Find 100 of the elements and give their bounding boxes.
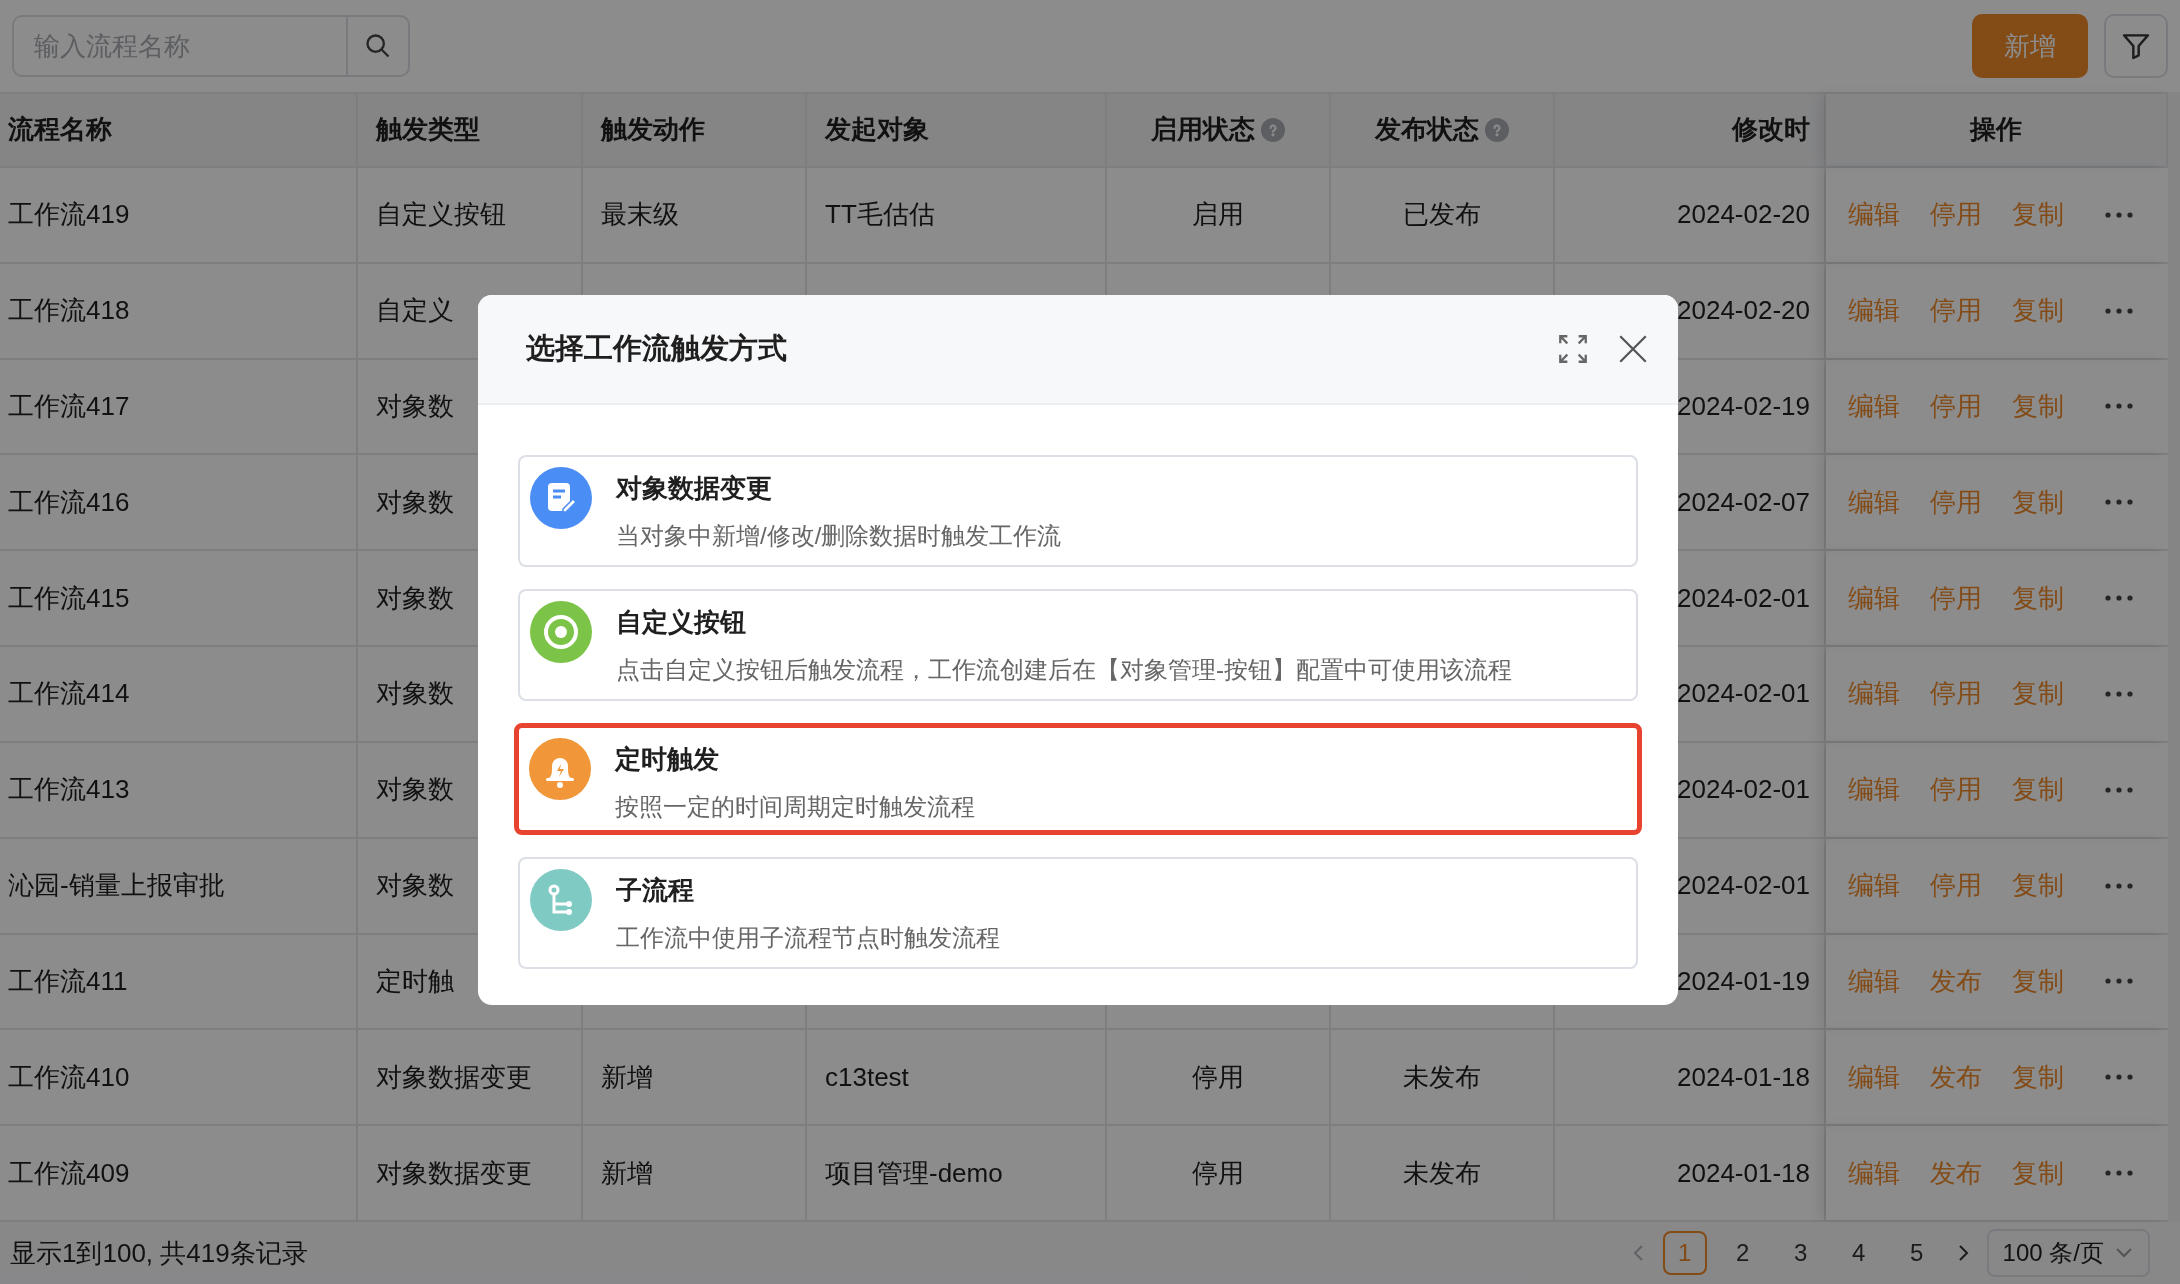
option-description: 点击自定义按钮后触发流程，工作流创建后在【对象管理-按钮】配置中可使用该流程 bbox=[616, 655, 1512, 685]
flow-name: 工作流415 bbox=[8, 581, 130, 615]
flow-name: 工作流413 bbox=[8, 773, 130, 807]
more-icon[interactable] bbox=[2104, 881, 2134, 890]
more-icon[interactable] bbox=[2104, 977, 2134, 986]
option-title: 子流程 bbox=[616, 874, 695, 907]
flow-name: 工作流417 bbox=[8, 389, 130, 423]
status-link[interactable]: 停用 bbox=[1930, 770, 1982, 810]
trigger-type: 对象数 bbox=[376, 869, 454, 903]
edit-link[interactable]: 编辑 bbox=[1848, 866, 1900, 906]
flow-name: 工作流418 bbox=[8, 294, 130, 328]
more-icon[interactable] bbox=[2104, 306, 2134, 315]
dialog-title: 选择工作流触发方式 bbox=[526, 331, 787, 367]
modified-time: 2024-02-01 bbox=[1677, 773, 1810, 807]
edit-link[interactable]: 编辑 bbox=[1848, 961, 1900, 1001]
status-link[interactable]: 停用 bbox=[1930, 674, 1982, 714]
edit-link[interactable]: 编辑 bbox=[1848, 386, 1900, 426]
search-button[interactable] bbox=[348, 15, 410, 77]
page-button[interactable]: 1 bbox=[1662, 1231, 1707, 1275]
column-header: 触发类型 bbox=[376, 113, 480, 147]
trigger-action: 新增 bbox=[601, 1060, 653, 1094]
edit-link[interactable]: 编辑 bbox=[1848, 1057, 1900, 1097]
more-icon[interactable] bbox=[2104, 498, 2134, 507]
more-icon[interactable] bbox=[2104, 402, 2134, 411]
edit-link[interactable]: 编辑 bbox=[1848, 578, 1900, 618]
publish-status: 未发布 bbox=[1403, 1156, 1481, 1190]
status-link[interactable]: 停用 bbox=[1930, 195, 1982, 235]
status-link[interactable]: 发布 bbox=[1930, 1057, 1982, 1097]
enabled-status: 启用 bbox=[1192, 198, 1244, 232]
trigger-option[interactable]: 子流程 工作流中使用子流程节点时触发流程 bbox=[518, 857, 1638, 969]
status-link[interactable]: 停用 bbox=[1930, 291, 1982, 331]
trigger-type: 对象数据变更 bbox=[376, 1156, 532, 1190]
modified-time: 2024-01-18 bbox=[1677, 1156, 1810, 1190]
option-title: 定时触发 bbox=[615, 743, 720, 776]
page-size-select[interactable]: 100 条/页 bbox=[1986, 1229, 2150, 1277]
copy-link[interactable]: 复制 bbox=[2012, 770, 2064, 810]
copy-link[interactable]: 复制 bbox=[2012, 1057, 2064, 1097]
edit-link[interactable]: 编辑 bbox=[1848, 195, 1900, 235]
more-icon[interactable] bbox=[2104, 594, 2134, 603]
modified-time: 2024-02-20 bbox=[1677, 294, 1810, 328]
option-title: 自定义按钮 bbox=[616, 606, 747, 639]
copy-link[interactable]: 复制 bbox=[2012, 195, 2064, 235]
more-icon[interactable] bbox=[2104, 785, 2134, 794]
expand-icon[interactable] bbox=[1556, 332, 1590, 366]
trigger-option[interactable]: 自定义按钮 点击自定义按钮后触发流程，工作流创建后在【对象管理-按钮】配置中可使用该流程 bbox=[518, 589, 1638, 701]
status-link[interactable]: 停用 bbox=[1930, 482, 1982, 522]
page-button[interactable]: 2 bbox=[1720, 1231, 1765, 1275]
option-description: 当对象中新增/修改/删除数据时触发工作流 bbox=[616, 521, 1062, 551]
initiator: TT毛估估 bbox=[825, 198, 935, 232]
more-icon[interactable] bbox=[2104, 210, 2134, 219]
modified-time: 2024-02-01 bbox=[1677, 581, 1810, 615]
edit-link[interactable]: 编辑 bbox=[1848, 482, 1900, 522]
edit-link[interactable]: 编辑 bbox=[1848, 674, 1900, 714]
copy-link[interactable]: 复制 bbox=[2012, 674, 2064, 714]
status-link[interactable]: 发布 bbox=[1930, 961, 1982, 1001]
add-button[interactable]: 新增 bbox=[1972, 14, 2088, 78]
trigger-type: 自定义 bbox=[376, 294, 454, 328]
page-size-value: 100 条/页 bbox=[2002, 1238, 2104, 1268]
copy-link[interactable]: 复制 bbox=[2012, 578, 2064, 618]
status-link[interactable]: 停用 bbox=[1930, 578, 1982, 618]
trigger-type: 定时触 bbox=[376, 964, 454, 998]
enabled-status: 停用 bbox=[1192, 1156, 1244, 1190]
chevron-down-icon bbox=[2114, 1246, 2134, 1260]
page-button[interactable]: 4 bbox=[1836, 1231, 1881, 1275]
trigger-type: 自定义按钮 bbox=[376, 198, 506, 232]
option-description: 工作流中使用子流程节点时触发流程 bbox=[616, 923, 1000, 953]
flow-name: 沁园-销量上报审批 bbox=[8, 869, 225, 903]
edit-link[interactable]: 编辑 bbox=[1848, 1153, 1900, 1193]
copy-link[interactable]: 复制 bbox=[2012, 1153, 2064, 1193]
page-button[interactable]: 3 bbox=[1778, 1231, 1823, 1275]
flow-name: 工作流409 bbox=[8, 1156, 130, 1190]
column-header: 发布状态 bbox=[1375, 113, 1479, 147]
status-link[interactable]: 停用 bbox=[1930, 386, 1982, 426]
copy-link[interactable]: 复制 bbox=[2012, 291, 2064, 331]
status-link[interactable]: 发布 bbox=[1930, 1153, 1982, 1193]
trigger-type: 对象数 bbox=[376, 389, 454, 423]
column-header: 发起对象 bbox=[825, 113, 929, 147]
copy-link[interactable]: 复制 bbox=[2012, 961, 2064, 1001]
initiator: c13test bbox=[825, 1060, 909, 1094]
copy-link[interactable]: 复制 bbox=[2012, 482, 2064, 522]
status-link[interactable]: 停用 bbox=[1930, 866, 1982, 906]
copy-link[interactable]: 复制 bbox=[2012, 386, 2064, 426]
trigger-option[interactable]: 定时触发 按照一定的时间周期定时触发流程 bbox=[514, 723, 1642, 835]
flow-name: 工作流416 bbox=[8, 485, 130, 519]
modified-time: 2024-01-18 bbox=[1677, 1060, 1810, 1094]
copy-link[interactable]: 复制 bbox=[2012, 866, 2064, 906]
modified-time: 2024-01-19 bbox=[1677, 964, 1810, 998]
more-icon[interactable] bbox=[2104, 689, 2134, 698]
more-icon[interactable] bbox=[2104, 1073, 2134, 1082]
trigger-type: 对象数 bbox=[376, 485, 454, 519]
more-icon[interactable] bbox=[2104, 1169, 2134, 1178]
edit-link[interactable]: 编辑 bbox=[1848, 291, 1900, 331]
filter-button[interactable] bbox=[2104, 14, 2168, 78]
option-title: 对象数据变更 bbox=[616, 472, 773, 505]
column-header: 流程名称 bbox=[8, 113, 112, 147]
page-button[interactable]: 5 bbox=[1894, 1231, 1939, 1275]
modified-time: 2024-02-19 bbox=[1677, 389, 1810, 423]
edit-link[interactable]: 编辑 bbox=[1848, 770, 1900, 810]
trigger-option[interactable]: 对象数据变更 当对象中新增/修改/删除数据时触发工作流 bbox=[518, 455, 1638, 567]
column-header: 修改时 bbox=[1732, 113, 1810, 147]
